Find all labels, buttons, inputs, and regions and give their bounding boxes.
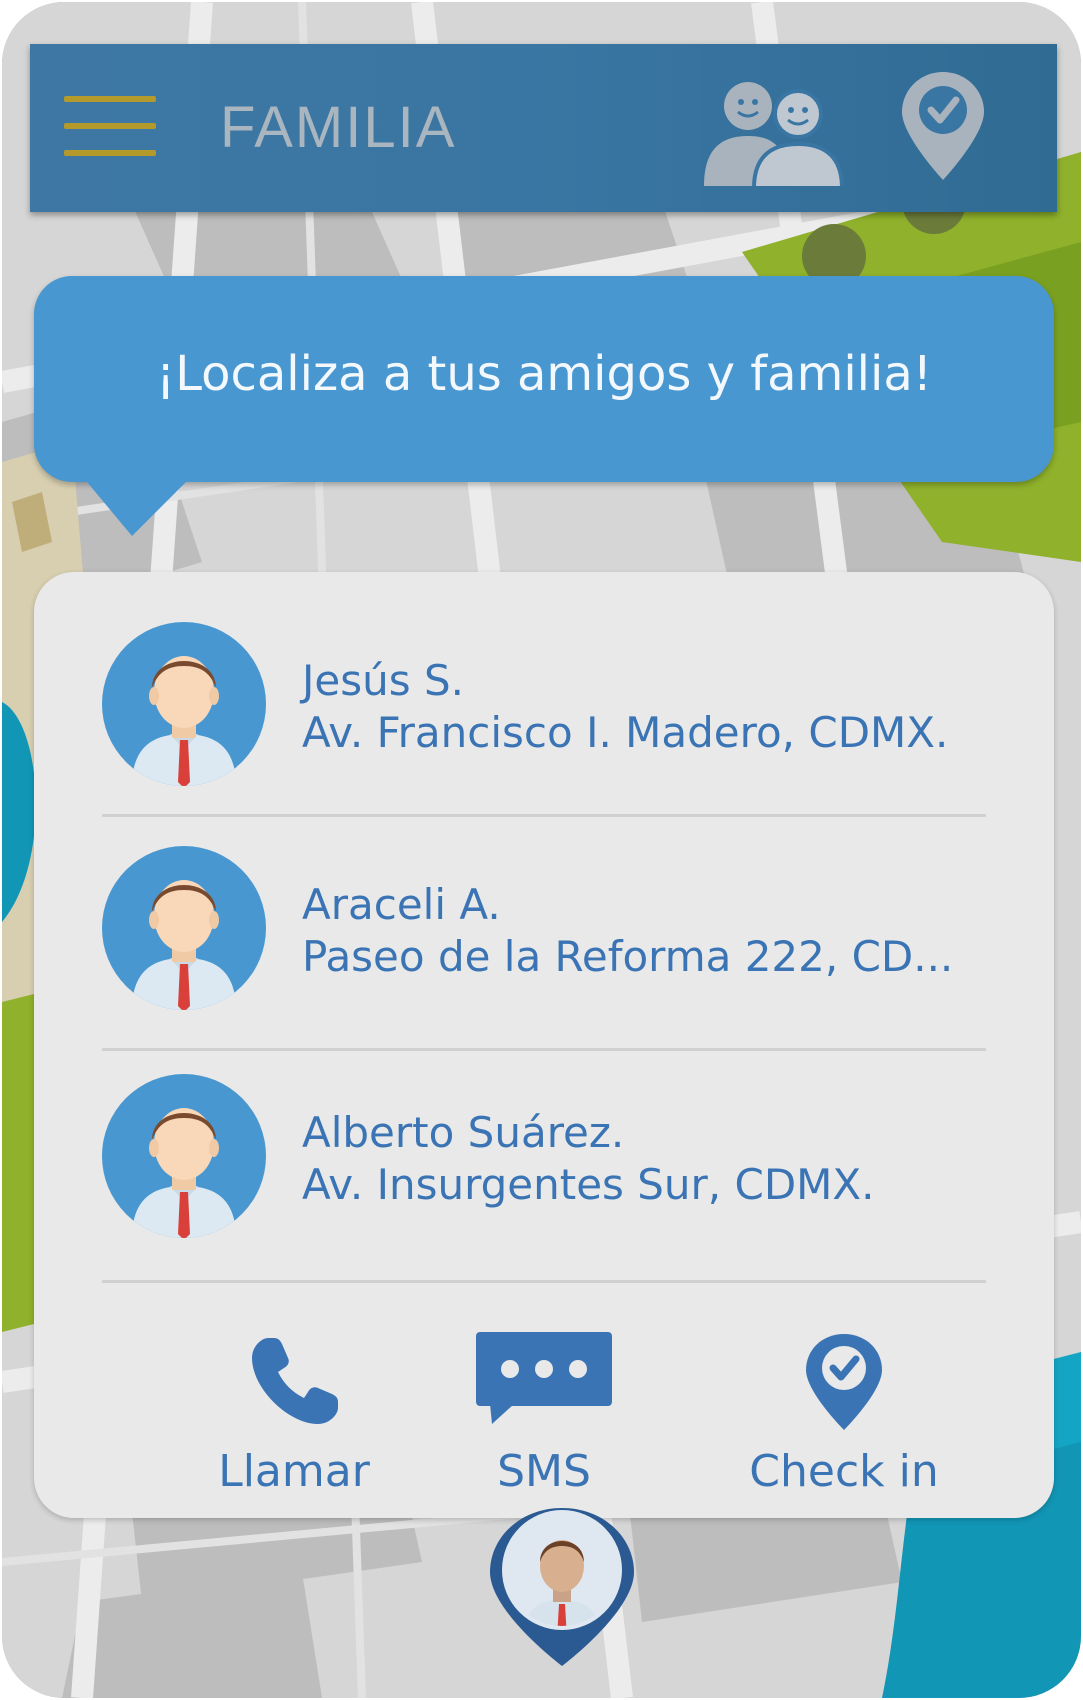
phone-icon	[252, 1338, 338, 1424]
contact-address: Av. Insurgentes Sur, CDMX.	[302, 1160, 875, 1209]
contact-name: Jesús S.	[302, 656, 464, 705]
location-check-icon[interactable]	[900, 70, 986, 182]
sms-chat-icon	[476, 1332, 612, 1424]
top-app-bar: FAMILIA	[30, 44, 1057, 212]
user-location-pin[interactable]	[486, 1508, 638, 1668]
hamburger-icon[interactable]	[64, 96, 156, 160]
sms-button[interactable]: SMS	[434, 1332, 654, 1502]
contact-address: Paseo de la Reforma 222, CD...	[302, 932, 954, 981]
divider	[102, 814, 986, 817]
divider	[102, 1280, 986, 1283]
avatar	[102, 846, 266, 1010]
checkin-button[interactable]: Check in	[714, 1332, 974, 1502]
contact-item[interactable]: Jesús S. Av. Francisco I. Madero, CDMX.	[34, 622, 1054, 842]
call-button[interactable]: Llamar	[184, 1332, 404, 1502]
checkin-label: Check in	[749, 1446, 939, 1497]
location-check-icon	[806, 1334, 882, 1430]
info-banner: ¡Localiza a tus amigos y familia!	[34, 276, 1054, 482]
sms-label: SMS	[497, 1446, 591, 1497]
app-screen: FAMILIA ¡Localiza a tus amigos y familia…	[2, 2, 1081, 1698]
call-label: Llamar	[218, 1446, 370, 1497]
contact-name: Araceli A.	[302, 880, 501, 929]
contact-item[interactable]: Araceli A. Paseo de la Reforma 222, CD..…	[34, 846, 1054, 1066]
contact-address: Av. Francisco I. Madero, CDMX.	[302, 708, 949, 757]
contact-name: Alberto Suárez.	[302, 1108, 625, 1157]
page-title: FAMILIA	[220, 95, 457, 160]
contacts-panel: Jesús S. Av. Francisco I. Madero, CDMX.	[34, 572, 1054, 1518]
banner-tail	[82, 476, 192, 536]
people-group-icon[interactable]	[702, 76, 845, 190]
banner-text: ¡Localiza a tus amigos y familia!	[155, 346, 933, 402]
divider	[102, 1048, 986, 1051]
contact-item[interactable]: Alberto Suárez. Av. Insurgentes Sur, CDM…	[34, 1074, 1054, 1294]
avatar	[102, 622, 266, 786]
avatar	[102, 1074, 266, 1238]
